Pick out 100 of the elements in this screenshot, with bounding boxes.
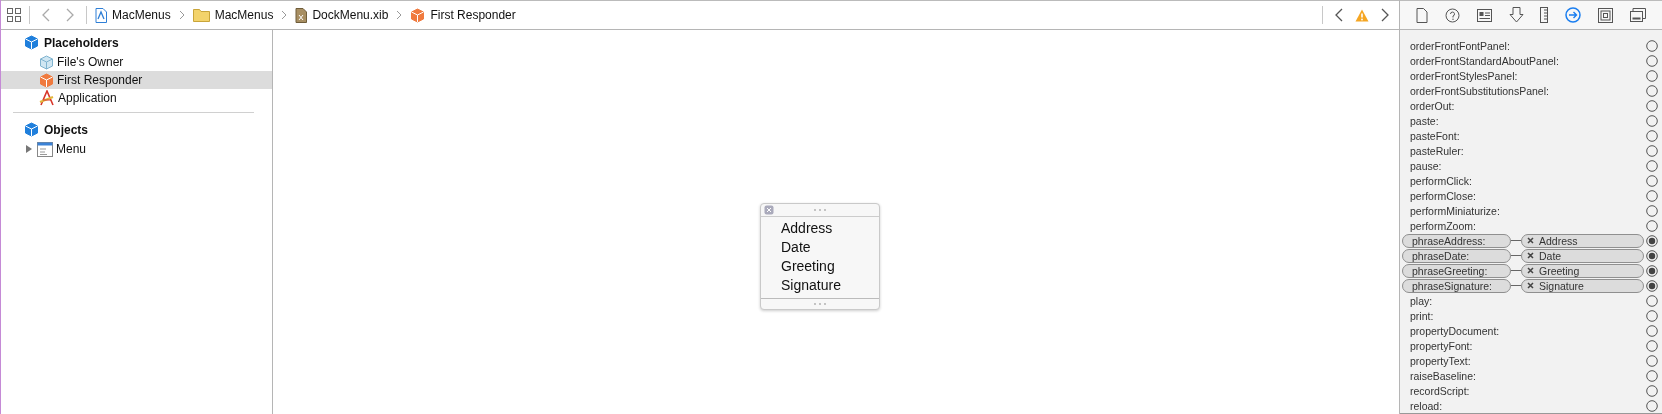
action-name: play:: [1410, 294, 1434, 307]
menu-option[interactable]: Date: [761, 238, 879, 257]
inspector-tab[interactable]: [1508, 7, 1524, 23]
connection-circle-icon[interactable]: [1646, 159, 1658, 172]
connected-dot-icon[interactable]: [1646, 249, 1658, 262]
responder-cube-icon: [410, 7, 426, 23]
section-header: Placeholders: [44, 35, 119, 50]
connection-circle-icon[interactable]: [1646, 399, 1658, 412]
inspector-tab[interactable]: [1416, 7, 1429, 23]
chevron-icon: [178, 10, 185, 20]
action-name: raiseBaseline:: [1410, 369, 1477, 382]
action-name: propertyDocument:: [1410, 324, 1501, 337]
cube-icon: [24, 122, 39, 137]
connection-circle-icon[interactable]: [1646, 384, 1658, 397]
project-file-icon: [95, 7, 107, 23]
chevron-icon: [396, 10, 403, 20]
cube-icon: [39, 54, 54, 70]
action-name: propertyText:: [1410, 354, 1472, 367]
action-name: pasteRuler:: [1410, 144, 1465, 157]
action-name: performZoom:: [1410, 219, 1477, 232]
menu-option[interactable]: Signature: [761, 276, 879, 295]
outline-item[interactable]: First Responder: [1, 71, 272, 89]
breadcrumb-item[interactable]: First Responder: [430, 8, 516, 22]
inspector-tab[interactable]: [1445, 7, 1461, 23]
breadcrumb-item[interactable]: DockMenu.xib: [312, 8, 389, 22]
breadcrumb-item[interactable]: MacMenus: [214, 8, 274, 22]
connection-target[interactable]: Greeting: [1521, 263, 1644, 278]
action-name: orderOut:: [1410, 99, 1456, 112]
application-icon: [39, 90, 55, 106]
cube-icon: [24, 35, 39, 50]
drag-handle-icon[interactable]: [813, 301, 827, 307]
grid-icon[interactable]: [7, 8, 21, 22]
connection-circle-icon[interactable]: [1646, 54, 1658, 67]
action-pill[interactable]: phraseDate:: [1402, 248, 1511, 263]
connection-circle-icon[interactable]: [1646, 309, 1658, 322]
inspector-tab[interactable]: [1476, 8, 1492, 22]
document-icon: [295, 7, 308, 23]
connection-circle-icon[interactable]: [1646, 189, 1658, 202]
connection-circle-icon[interactable]: [1646, 294, 1658, 307]
connection-circle-icon[interactable]: [1646, 99, 1658, 112]
action-name: reload:: [1410, 399, 1444, 412]
responder-cube-icon: [39, 72, 54, 88]
action-name: pasteFont:: [1410, 129, 1461, 142]
connection-target[interactable]: Date: [1521, 248, 1644, 263]
connected-dot-icon[interactable]: [1646, 279, 1658, 292]
view-effects-icon: [1629, 8, 1646, 22]
connection-circle-icon[interactable]: [1646, 39, 1658, 52]
connection-circle-icon[interactable]: [1646, 339, 1658, 352]
outline-item[interactable]: Menu: [1, 140, 272, 158]
inspector-tab[interactable]: [1597, 7, 1613, 23]
action-pill[interactable]: phraseSignature:: [1402, 278, 1511, 293]
file-icon: [1416, 7, 1429, 23]
breadcrumb-item[interactable]: MacMenus: [112, 8, 171, 22]
connection-target[interactable]: Signature: [1521, 278, 1644, 293]
disclosure-triangle-icon[interactable]: [24, 144, 34, 154]
action-name: paste:: [1410, 114, 1440, 127]
connection-circle-icon[interactable]: [1646, 144, 1658, 157]
outline-item[interactable]: Application: [1, 89, 272, 107]
action-name: propertyFont:: [1410, 339, 1474, 352]
remove-icon[interactable]: [1527, 237, 1534, 244]
connection-circle-icon[interactable]: [1646, 219, 1658, 232]
menu-option[interactable]: Greeting: [761, 257, 879, 276]
action-name: orderFrontStylesPanel:: [1410, 69, 1519, 82]
inspector-tab[interactable]: [1565, 7, 1582, 23]
outline-item[interactable]: File's Owner: [1, 53, 272, 71]
action-pill[interactable]: phraseGreeting:: [1402, 263, 1511, 278]
remove-icon[interactable]: [1527, 282, 1534, 289]
connection-circle-icon[interactable]: [1646, 174, 1658, 187]
inspector-tab[interactable]: [1540, 7, 1549, 23]
connection-circle-icon[interactable]: [1646, 84, 1658, 97]
action-name: orderFrontStandardAboutPanel:: [1410, 54, 1560, 67]
connection-circle-icon[interactable]: [1646, 324, 1658, 337]
ruler-icon: [1540, 7, 1549, 23]
section-header: Objects: [44, 122, 88, 137]
help-icon: [1445, 7, 1461, 23]
action-name: performMiniaturize:: [1410, 204, 1501, 217]
action-name: pause:: [1410, 159, 1443, 172]
action-name: recordScript:: [1410, 384, 1471, 397]
chevron-icon: [281, 10, 288, 20]
action-pill[interactable]: phraseAddress:: [1402, 233, 1511, 248]
attributes-icon: [1508, 7, 1524, 23]
connected-dot-icon[interactable]: [1646, 264, 1658, 277]
menu-object-icon: [37, 141, 53, 157]
connection-circle-icon[interactable]: [1646, 129, 1658, 142]
remove-icon[interactable]: [1527, 267, 1534, 274]
connection-circle-icon[interactable]: [1646, 114, 1658, 127]
connection-circle-icon[interactable]: [1646, 369, 1658, 382]
connection-circle-icon[interactable]: [1646, 354, 1658, 367]
connections-icon: [1565, 7, 1582, 23]
action-name: orderFrontFontPanel:: [1410, 39, 1511, 52]
remove-icon[interactable]: [1527, 252, 1534, 259]
menu-option[interactable]: Address: [761, 219, 879, 238]
connection-target[interactable]: Address: [1521, 233, 1644, 248]
connected-dot-icon[interactable]: [1646, 234, 1658, 247]
action-name: print:: [1410, 309, 1435, 322]
connection-circle-icon[interactable]: [1646, 204, 1658, 217]
bindings-icon: [1597, 7, 1613, 23]
action-name: orderFrontSubstitutionsPanel:: [1410, 84, 1550, 97]
inspector-tab[interactable]: [1629, 8, 1646, 22]
connection-circle-icon[interactable]: [1646, 69, 1658, 82]
